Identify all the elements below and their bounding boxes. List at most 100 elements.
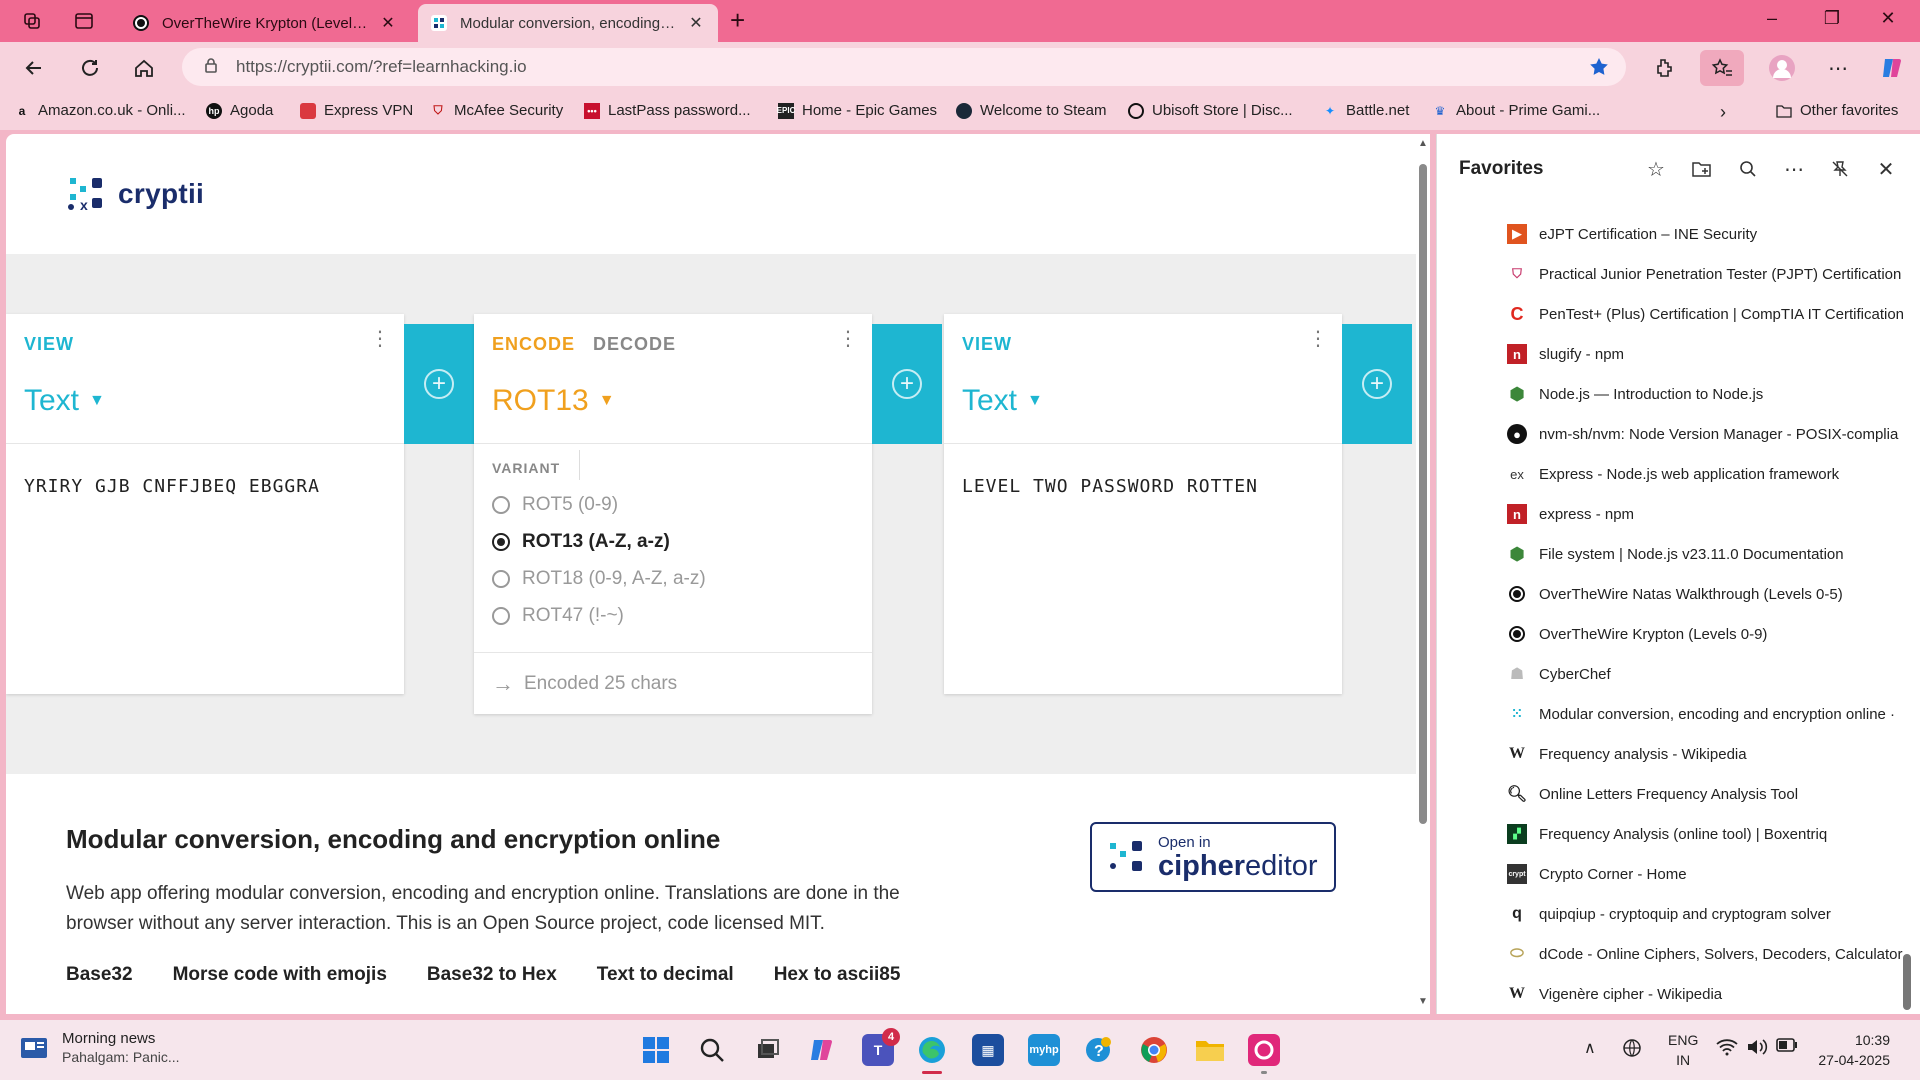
tab-actions-icon[interactable]: [72, 9, 96, 33]
back-icon[interactable]: [20, 54, 48, 82]
fav-prime-gaming[interactable]: ♛ About - Prime Gami...: [1432, 102, 1601, 119]
app-ring-icon[interactable]: [1248, 1034, 1280, 1074]
system-clock[interactable]: 10:39 27-04-2025: [1818, 1030, 1890, 1070]
fav-epic[interactable]: EPIC Home - Epic Games: [777, 102, 937, 119]
add-folder-icon[interactable]: [1689, 156, 1715, 182]
copilot-icon[interactable]: [806, 1034, 838, 1066]
favorite-item[interactable]: ⁙ Modular conversion, encoding and encryp…: [1507, 704, 1907, 724]
favorite-item[interactable]: 🔍︎ Online Letters Frequency Analysis Tool: [1507, 784, 1907, 804]
favorite-item[interactable]: W Vigenère cipher - Wikipedia: [1507, 984, 1907, 1004]
favorite-item[interactable]: ● nvm-sh/nvm: Node Version Manager - POSI…: [1507, 424, 1907, 444]
link-base32-to-hex[interactable]: Base32 to Hex: [427, 964, 557, 986]
card-menu-icon[interactable]: ⋮: [1308, 329, 1328, 349]
new-tab-icon[interactable]: +: [730, 7, 745, 33]
fav-steam[interactable]: Welcome to Steam: [956, 102, 1106, 119]
tab-overthewire[interactable]: OverTheWire Krypton (Levels 0-9) ✕: [120, 4, 410, 42]
favorite-item[interactable]: ☗ CyberChef: [1507, 664, 1907, 684]
microsoft-store-icon[interactable]: ▦: [972, 1034, 1004, 1066]
favorite-item[interactable]: ⬢ File system | Node.js v23.11.0 Document…: [1507, 544, 1907, 564]
task-view-icon[interactable]: [752, 1034, 784, 1066]
favorite-item[interactable]: C PenTest+ (Plus) Certification | CompTIA…: [1507, 304, 1907, 324]
favorite-item[interactable]: crypt Crypto Corner - Home: [1507, 864, 1907, 884]
favorites-icon[interactable]: [1700, 50, 1744, 86]
add-brick-button[interactable]: +: [404, 324, 474, 444]
favorites-scrollbar-thumb[interactable]: [1903, 954, 1911, 1010]
view-format-select[interactable]: Text ▼: [24, 384, 105, 418]
radio-selected-icon[interactable]: [492, 533, 510, 551]
search-icon[interactable]: [696, 1034, 728, 1066]
link-morse-emojis[interactable]: Morse code with emojis: [173, 964, 387, 986]
favorite-item[interactable]: OverTheWire Krypton (Levels 0-9): [1507, 624, 1907, 644]
variant-option-rot18[interactable]: ROT18 (0-9, A-Z, a-z): [492, 568, 706, 590]
more-favorites-chevron-icon[interactable]: ›: [1720, 102, 1726, 123]
close-panel-icon[interactable]: ✕: [1873, 156, 1899, 182]
input-language-indicator[interactable]: ENG IN: [1668, 1030, 1698, 1070]
close-tab-icon[interactable]: ✕: [686, 13, 706, 33]
search-icon[interactable]: [1735, 156, 1761, 182]
fav-mcafee[interactable]: ⛉ McAfee Security: [430, 102, 563, 119]
more-options-icon[interactable]: ⋯: [1781, 156, 1807, 182]
cryptii-logo[interactable]: x cryptii: [68, 174, 204, 214]
link-text-to-decimal[interactable]: Text to decimal: [597, 964, 734, 986]
chrome-icon[interactable]: [1138, 1034, 1170, 1066]
favorite-item[interactable]: q quipqiup - cryptoquip and cryptogram so…: [1507, 904, 1907, 924]
favorite-item[interactable]: W Frequency analysis - Wikipedia: [1507, 744, 1907, 764]
tab-encode[interactable]: ENCODE: [492, 334, 575, 354]
variant-option-rot5[interactable]: ROT5 (0-9): [492, 494, 618, 516]
fav-ubisoft[interactable]: Ubisoft Store | Disc...: [1128, 102, 1293, 119]
link-hex-to-ascii85[interactable]: Hex to ascii85: [774, 964, 901, 986]
favorite-item[interactable]: ⬢ Node.js — Introduction to Node.js: [1507, 384, 1907, 404]
minimize-icon[interactable]: –: [1760, 8, 1784, 29]
radio-icon[interactable]: [492, 496, 510, 514]
card-menu-icon[interactable]: ⋮: [370, 329, 390, 349]
variant-option-rot47[interactable]: ROT47 (!-~): [492, 605, 624, 627]
fav-battlenet[interactable]: ✦ Battle.net: [1322, 102, 1409, 119]
tab-decode[interactable]: DECODE: [593, 334, 676, 354]
add-brick-button[interactable]: +: [872, 324, 942, 444]
scroll-down-icon[interactable]: ▼: [1418, 996, 1428, 1007]
favorite-star-icon[interactable]: [1588, 56, 1610, 82]
workspaces-icon[interactable]: [20, 9, 44, 33]
radio-icon[interactable]: [492, 570, 510, 588]
add-favorite-icon[interactable]: ☆: [1643, 156, 1669, 182]
close-window-icon[interactable]: ✕: [1876, 8, 1900, 29]
favorite-item[interactable]: n slugify - npm: [1507, 344, 1907, 364]
favorite-item[interactable]: ⛉ Practical Junior Penetration Tester (PJ…: [1507, 264, 1907, 284]
fav-expressvpn[interactable]: Express VPN: [300, 102, 413, 119]
fav-other-favorites[interactable]: Other favorites: [1776, 102, 1898, 119]
network-globe-icon[interactable]: [1622, 1038, 1644, 1062]
open-in-ciphereditor-button[interactable]: Open in ciphereditor: [1090, 822, 1336, 892]
teams-icon[interactable]: T 4: [862, 1028, 900, 1066]
volume-icon[interactable]: [1746, 1038, 1768, 1060]
hp-support-icon[interactable]: ?: [1082, 1034, 1114, 1066]
myhp-icon[interactable]: myhp: [1028, 1034, 1060, 1066]
favorite-item[interactable]: ▶ eJPT Certification – INE Security: [1507, 224, 1907, 244]
scroll-up-icon[interactable]: ▲: [1418, 138, 1428, 149]
favorite-item[interactable]: ex Express - Node.js web application fram…: [1507, 464, 1907, 484]
profile-avatar[interactable]: [1768, 54, 1796, 82]
tab-cryptii[interactable]: Modular conversion, encoding and encrypt…: [418, 4, 718, 42]
news-widget[interactable]: Morning news Pahalgam: Panic...: [20, 1030, 180, 1065]
home-icon[interactable]: [130, 54, 158, 82]
edge-browser-icon[interactable]: [916, 1034, 948, 1074]
input-text-area[interactable]: YRIRY GJB CNFFJBEQ EBGGRA: [24, 476, 320, 497]
output-text-area[interactable]: LEVEL TWO PASSWORD ROTTEN: [962, 476, 1258, 497]
show-hidden-icons-chevron-icon[interactable]: ∧: [1584, 1038, 1596, 1058]
site-info-icon[interactable]: [202, 56, 220, 78]
start-windows-icon[interactable]: [640, 1034, 672, 1066]
favorite-item[interactable]: OverTheWire Natas Walkthrough (Levels 0-…: [1507, 584, 1907, 604]
scrollbar-thumb[interactable]: [1419, 164, 1427, 824]
radio-icon[interactable]: [492, 607, 510, 625]
address-bar[interactable]: https://cryptii.com/?ref=learnhacking.io: [182, 48, 1626, 86]
fav-amazon[interactable]: a Amazon.co.uk - Onli...: [14, 102, 186, 119]
battery-icon[interactable]: [1776, 1038, 1798, 1056]
fav-agoda[interactable]: hp Agoda: [206, 102, 273, 119]
extensions-icon[interactable]: [1650, 54, 1678, 82]
wifi-icon[interactable]: [1716, 1038, 1738, 1060]
more-options-icon[interactable]: ⋯: [1824, 54, 1852, 82]
link-base32[interactable]: Base32: [66, 964, 133, 986]
reload-icon[interactable]: [76, 54, 104, 82]
page-scrollbar[interactable]: ▲ ▼: [1416, 134, 1430, 1014]
unpin-icon[interactable]: [1827, 156, 1853, 182]
variant-option-rot13[interactable]: ROT13 (A-Z, a-z): [492, 531, 670, 553]
